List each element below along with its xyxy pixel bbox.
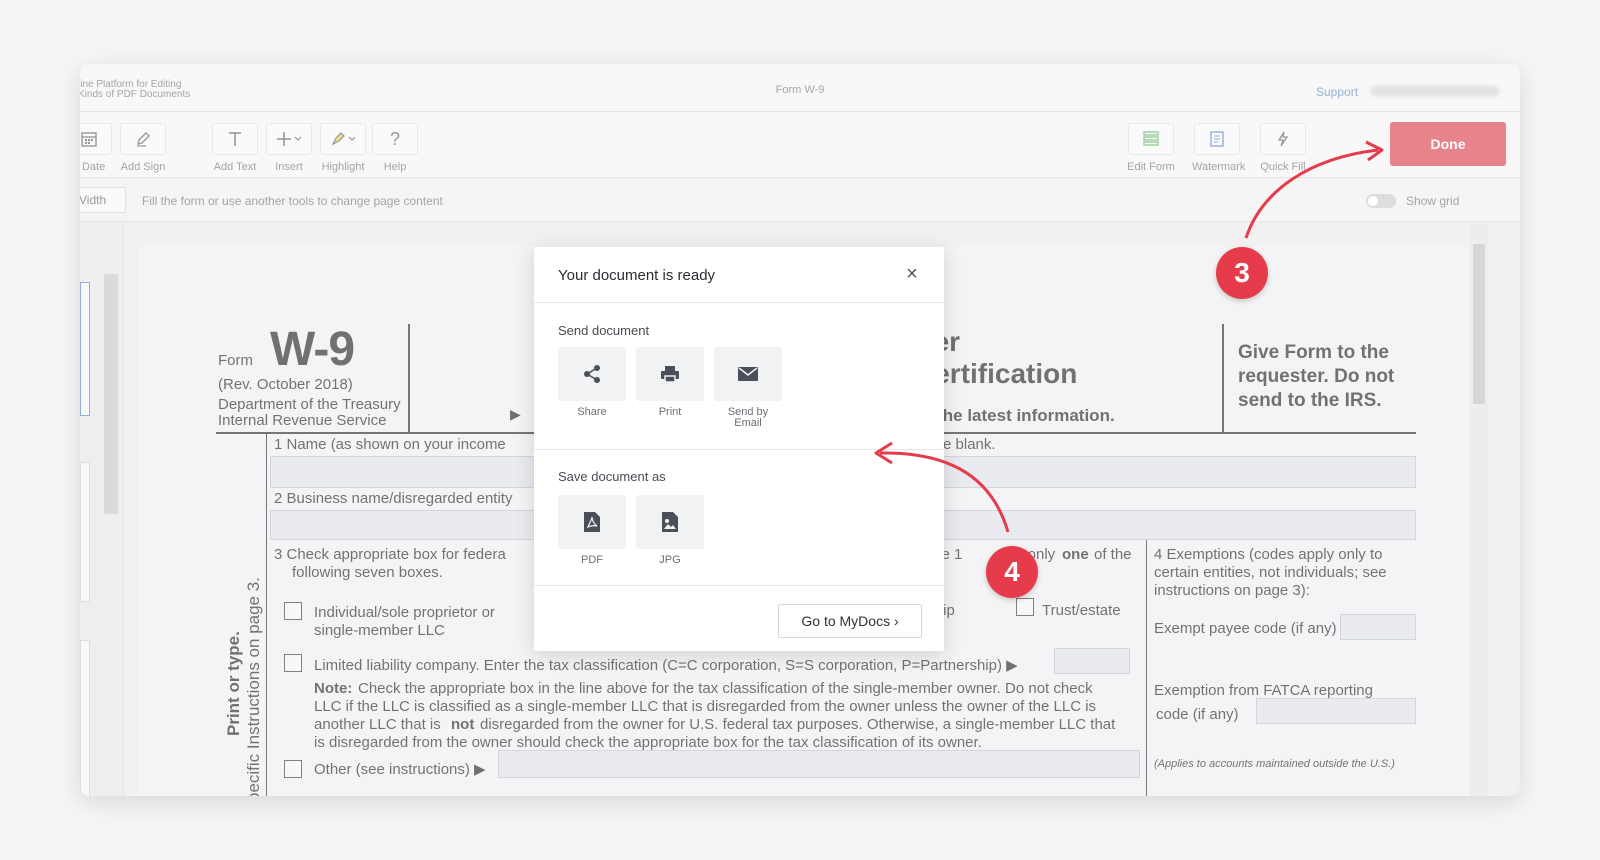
arrow-to-done <box>1244 148 1379 239</box>
step-3-badge: 3 <box>1216 247 1268 299</box>
step-4-badge: 4 <box>986 546 1038 598</box>
annotation-arrows <box>874 140 1384 533</box>
arrow-to-dialog <box>879 451 1010 533</box>
